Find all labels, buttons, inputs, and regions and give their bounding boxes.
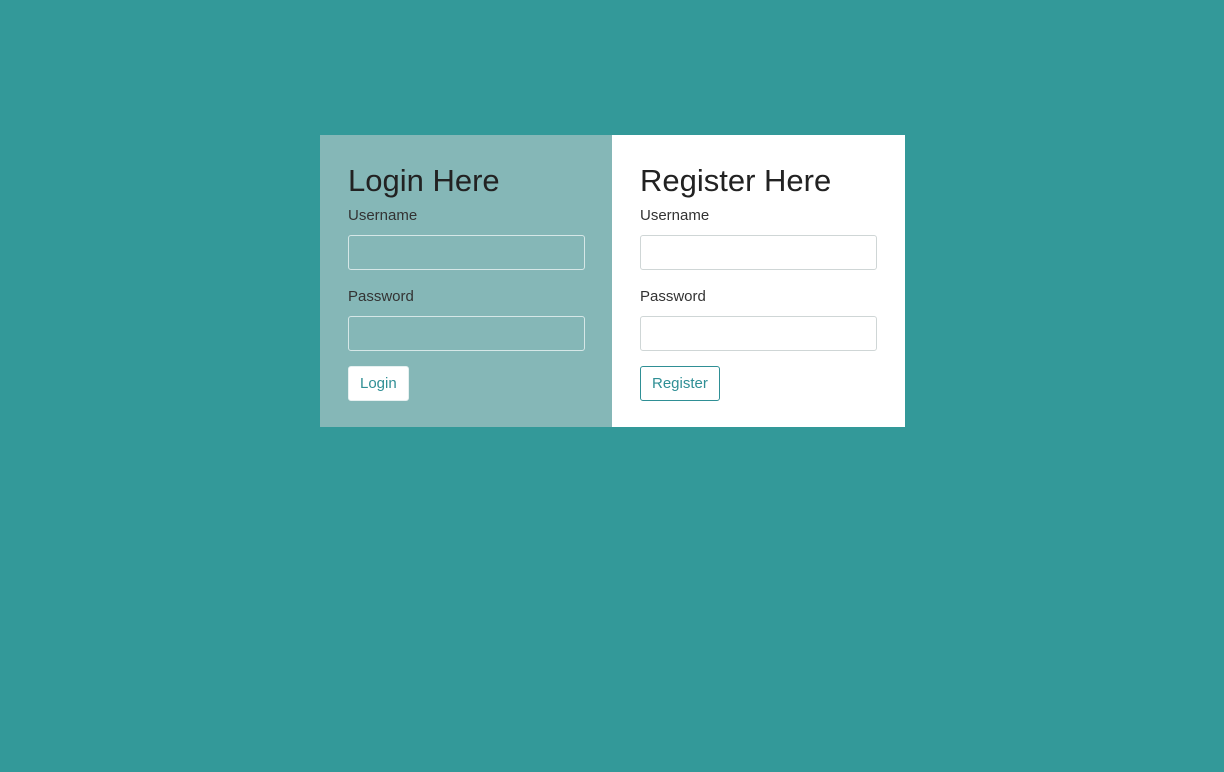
login-password-label: Password (348, 288, 414, 305)
login-panel: Login Here Username Password Login (320, 135, 612, 427)
register-panel: Register Here Username Password Register (612, 135, 905, 427)
register-password-input[interactable] (640, 316, 877, 351)
login-button[interactable]: Login (348, 366, 409, 401)
register-password-label: Password (640, 288, 706, 305)
register-username-input[interactable] (640, 235, 877, 270)
login-heading: Login Here (348, 163, 500, 198)
auth-card: Login Here Username Password Login Regis… (320, 135, 905, 427)
login-password-input[interactable] (348, 316, 585, 351)
login-username-label: Username (348, 207, 418, 224)
login-username-input[interactable] (348, 235, 585, 270)
register-button[interactable]: Register (640, 366, 720, 401)
register-username-label: Username (640, 207, 710, 224)
register-heading: Register Here (640, 163, 832, 198)
